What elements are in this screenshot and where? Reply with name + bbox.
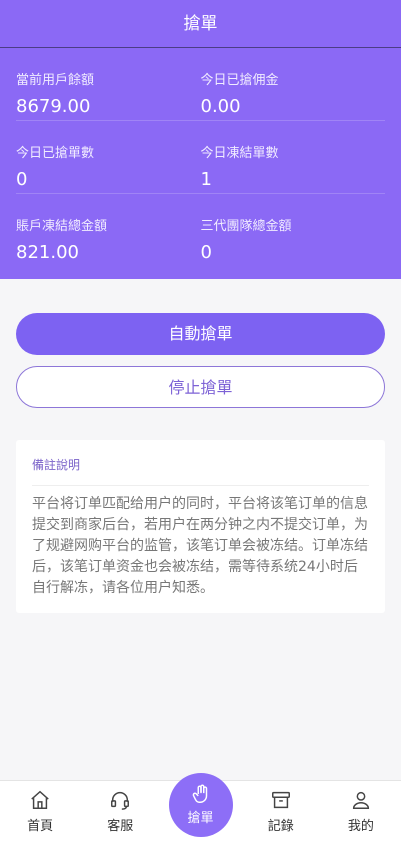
stats-row: 當前用戶餘額 8679.00 今日已搶佣金 0.00: [16, 48, 385, 121]
note-title: 備註說明: [32, 456, 369, 486]
page-header: 搶單: [0, 0, 401, 48]
stat-value: 0: [16, 169, 28, 190]
tab-home[interactable]: 首頁: [0, 781, 80, 844]
tab-label: 我的: [347, 819, 374, 834]
stat-label: 今日已搶佣金: [200, 73, 279, 88]
stop-grab-button[interactable]: 停止搶單: [16, 366, 385, 408]
stat-label: 今日凍結單數: [200, 146, 279, 161]
auto-grab-button[interactable]: 自動搶單: [16, 313, 385, 355]
stat-label: 今日已搶單數: [16, 146, 95, 161]
hand-icon: [192, 784, 207, 803]
tab-label: 記錄: [267, 819, 294, 834]
tab-records[interactable]: 記錄: [241, 781, 321, 844]
home-icon: [31, 790, 49, 809]
stat-label: 當前用戶餘額: [16, 73, 95, 88]
bottom-tabbar: 首頁 客服 搶單 記錄 我的: [0, 773, 401, 844]
stat-value: 1: [200, 169, 212, 190]
stat-frozen-amount: 賬戶凍結總金額 821.00: [16, 194, 201, 266]
tab-label: 客服: [107, 819, 134, 834]
tab-profile[interactable]: 我的: [321, 781, 401, 844]
stat-today-commission: 今日已搶佣金 0.00: [201, 48, 386, 120]
stat-value: 0.00: [200, 96, 241, 117]
stat-value: 8679.00: [16, 96, 91, 117]
user-icon: [352, 791, 369, 809]
stat-today-frozen: 今日凍結單數 1: [201, 121, 386, 193]
tab-grab[interactable]: 搶單: [160, 773, 240, 844]
stat-value: 821.00: [16, 242, 79, 263]
note-body: 平台将订单匹配给用户的同时，平台将该笔订单的信息提交到商家后台，若用户在两分钟之…: [32, 496, 368, 596]
stat-balance: 當前用戶餘額 8679.00: [16, 48, 201, 120]
stat-today-orders: 今日已搶單數 0: [16, 121, 201, 193]
stat-value: 0: [200, 242, 212, 263]
tab-support[interactable]: 客服: [80, 781, 160, 844]
page-title: 搶單: [183, 14, 218, 34]
tab-label: 搶單: [187, 811, 214, 826]
action-buttons: 自動搶單 停止搶單: [0, 279, 401, 408]
note-card: 備註說明 平台将订单匹配给用户的同时，平台将该笔订单的信息提交到商家后台，若用户…: [16, 440, 385, 613]
tab-label: 首頁: [27, 819, 54, 834]
archive-icon: [271, 791, 290, 809]
stat-label: 賬戶凍結總金額: [16, 219, 108, 234]
headset-icon: [111, 792, 130, 810]
stats-panel: 當前用戶餘額 8679.00 今日已搶佣金 0.00 今日已搶單數 0 今日凍結…: [0, 48, 401, 279]
stat-label: 三代團隊總金額: [200, 219, 292, 234]
stats-row: 賬戶凍結總金額 821.00 三代團隊總金額 0: [16, 194, 385, 266]
stats-row: 今日已搶單數 0 今日凍結單數 1: [16, 121, 385, 194]
grab-bubble[interactable]: 搶單: [168, 773, 233, 837]
stat-team-amount: 三代團隊總金額 0: [201, 194, 386, 266]
